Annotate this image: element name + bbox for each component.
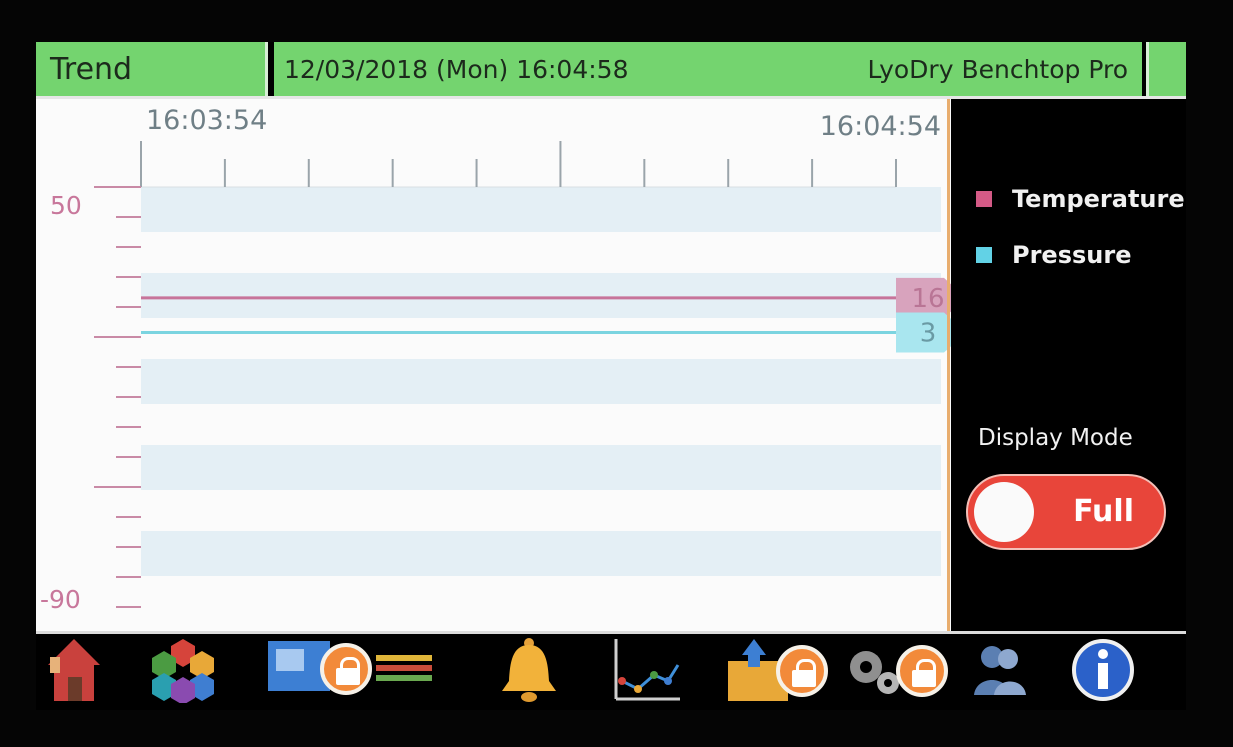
display-mode-label: Display Mode xyxy=(978,425,1133,451)
alarm-bell-icon[interactable] xyxy=(494,637,564,703)
upload-box-icon[interactable] xyxy=(726,637,836,703)
temperature-swatch xyxy=(976,191,992,207)
y-max-label: 50 xyxy=(50,191,82,220)
device-name: LyoDry Benchtop Pro xyxy=(867,54,1128,84)
legend-temperature-label: Temperature xyxy=(1012,185,1185,213)
chart-band xyxy=(141,445,941,490)
toolbar-divider xyxy=(36,631,1186,634)
chart-band xyxy=(141,273,941,318)
users-icon[interactable] xyxy=(970,637,1030,703)
trend-chart-svg: 163 xyxy=(94,141,951,608)
header-bar: Trend 12/03/2018 (Mon) 16:04:58 LyoDry B… xyxy=(36,42,1186,99)
process-icon[interactable] xyxy=(266,637,436,703)
time-start-label: 16:03:54 xyxy=(146,105,268,136)
home-icon[interactable] xyxy=(44,637,104,703)
display-mode-toggle[interactable]: Full xyxy=(966,474,1166,550)
hmi-screen: Trend 12/03/2018 (Mon) 16:04:58 LyoDry B… xyxy=(36,42,1186,710)
y-min-label: -90 xyxy=(40,585,81,614)
header-end-block xyxy=(1146,42,1186,96)
time-end-label: 16:04:54 xyxy=(819,111,941,142)
plot-right-border xyxy=(947,99,950,631)
display-mode-value: Full xyxy=(1073,494,1134,529)
legend-temperature: Temperature xyxy=(976,185,1185,213)
settings-gears-icon[interactable] xyxy=(844,637,964,703)
chart-band xyxy=(141,187,941,232)
legend-pressure-label: Pressure xyxy=(1012,241,1132,269)
page-title: Trend xyxy=(36,42,268,96)
legend-pressure: Pressure xyxy=(976,241,1131,269)
lock-icon xyxy=(776,645,828,697)
lock-icon xyxy=(896,645,948,697)
chart-band xyxy=(141,531,941,576)
chart-band xyxy=(141,359,941,404)
datetime-display: 12/03/2018 (Mon) 16:04:58 xyxy=(284,54,629,84)
bottom-toolbar xyxy=(36,637,1186,707)
marker-value-temperature: 16 xyxy=(911,284,944,314)
marker-value-pressure: 3 xyxy=(920,319,937,349)
trend-chart[interactable]: 16 3 16:03:54 16:04:54 50 -90 xyxy=(36,99,951,631)
pressure-swatch xyxy=(976,247,992,263)
toggle-knob[interactable] xyxy=(974,482,1034,542)
hexagon-cluster-icon[interactable] xyxy=(150,637,216,705)
header-info: 12/03/2018 (Mon) 16:04:58 LyoDry Benchto… xyxy=(274,42,1142,96)
lock-icon xyxy=(320,643,372,695)
info-icon[interactable] xyxy=(1070,637,1136,703)
trend-chart-icon[interactable] xyxy=(610,637,682,703)
